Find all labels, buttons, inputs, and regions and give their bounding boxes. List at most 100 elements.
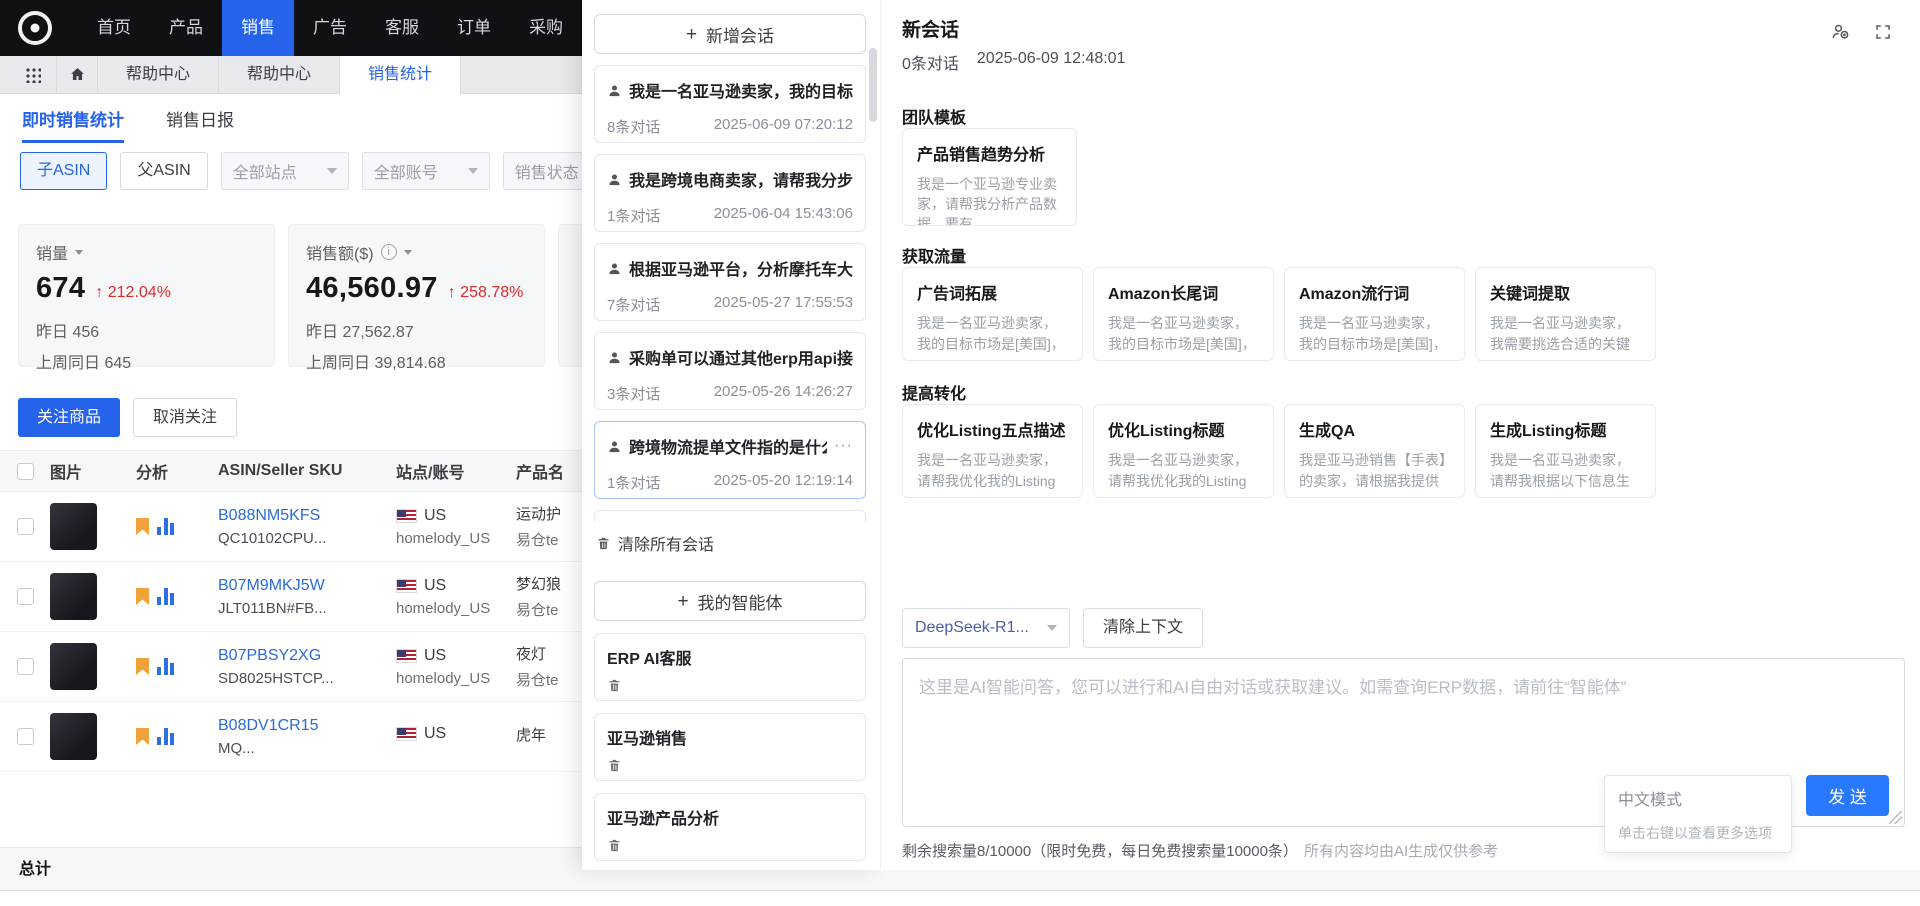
template-card[interactable]: Amazon流行词 我是一名亚马逊卖家，我的目标市场是[美国]，请帮我... [1284,267,1465,361]
us-flag-icon [396,578,417,593]
session-item[interactable]: 我是一名亚马逊卖家，我的目标市 8条对话 2025-06-09 07:20:12 [594,65,866,143]
parent-asin-button[interactable]: 父ASIN [120,152,208,190]
more-options-icon[interactable]: ··· [834,437,853,455]
session-item-selected[interactable]: 跨境物流提单文件指的是什么 ··· 1条对话 2025-05-20 12:19:… [594,421,866,499]
context-menu-hint: 单击右键以查看更多选项 [1618,825,1772,841]
home-icon[interactable] [56,55,98,94]
app-logo-icon[interactable] [18,11,52,45]
nav-item-service[interactable]: 客服 [366,0,438,56]
nav-item-home[interactable]: 首页 [78,0,150,56]
nav-item-sales[interactable]: 销售 [222,0,294,56]
bar-chart-icon[interactable] [157,588,174,605]
agent-name: ERP AI客服 [607,651,692,668]
context-menu-item-chinese-mode[interactable]: 中文模式 [1605,776,1791,814]
template-card[interactable]: 优化Listing五点描述 我是一名亚马逊卖家，请帮我优化我的Listing五点… [902,404,1083,498]
agent-item[interactable]: 亚马逊产品分析 [594,793,866,861]
session-item-partial[interactable] [594,510,866,522]
tab-daily-sales[interactable]: 销售日报 [166,106,234,143]
stat-metric-selector[interactable]: 销量 [36,240,257,264]
plus-icon: + [685,23,698,45]
site-code: US [424,576,447,594]
product-thumbnail[interactable] [50,573,97,620]
user-plus-icon[interactable] [1831,22,1850,41]
up-arrow-icon: ↑ [447,284,456,301]
product-thumbnail[interactable] [50,503,97,550]
nav-item-purchase[interactable]: 采购 [510,0,582,56]
session-item[interactable]: 采购单可以通过其他erp用api接口 3条对话 2025-05-26 14:26… [594,332,866,410]
trash-icon[interactable] [607,678,622,693]
session-item[interactable]: 我是跨境电商卖家，请帮我分步骤 1条对话 2025-06-04 15:43:06 [594,154,866,232]
agent-item[interactable]: ERP AI客服 [594,633,866,701]
account-select-value: 全部账号 [373,165,438,182]
row-checkbox[interactable] [16,658,34,675]
chat-main-panel: 新会话 0条对话 2025-06-09 12:48:01 团队模板 产品销售趋势… [881,0,1920,870]
template-card[interactable]: 生成Listing标题 我是一名亚马逊卖家，请帮我根据以下信息生成我的... [1475,404,1656,498]
template-card[interactable]: 产品销售趋势分析 我是一个亚马逊专业卖家，请帮我分析产品数据，要有... [902,128,1077,226]
stat-last-week: 上周同日 645 [36,355,132,372]
bar-chart-icon[interactable] [157,658,174,675]
my-agents-button[interactable]: + 我的智能体 [594,581,866,621]
product-thumbnail[interactable] [50,713,97,760]
up-arrow-icon: ↑ [95,284,104,301]
template-card[interactable]: 广告词拓展 我是一名亚马逊卖家，我的目标市场是[美国]，以下是... [902,267,1083,361]
row-checkbox[interactable] [16,588,34,605]
stat-metric-selector[interactable]: 销售额($) [306,240,527,264]
table-actions: 关注商品 取消关注 [18,398,238,437]
row-checkbox[interactable] [16,518,34,535]
trash-icon[interactable] [607,758,622,773]
fullscreen-icon[interactable] [1874,22,1892,41]
asin-link[interactable]: B07M9MKJ5W [218,577,396,595]
asin-link[interactable]: B08DV1CR15 [218,717,396,735]
clear-all-sessions-button[interactable]: 清除所有会话 [594,531,866,555]
new-session-button[interactable]: + 新增会话 [594,14,866,54]
template-card[interactable]: 生成QA 我是亚马逊销售【手表】的卖家，请根据我提供的商品... [1284,404,1465,498]
site-select[interactable]: 全部站点 [220,152,349,190]
resize-grip[interactable] [1889,811,1902,824]
child-asin-button[interactable]: 子ASIN [20,152,108,190]
send-button[interactable]: 发 送 [1806,775,1889,816]
chat-meta: 0条对话 2025-06-09 12:48:01 [902,50,1125,74]
tab-help-center-2[interactable]: 帮助中心 [219,55,341,94]
nav-item-products[interactable]: 产品 [150,0,222,56]
chevron-down-icon [75,249,84,255]
stat-change-value: 212.04% [107,284,171,301]
bar-chart-icon[interactable] [157,518,174,535]
seller-sku: QC10102CPU... [218,529,327,547]
user-icon [609,174,620,185]
nav-item-ads[interactable]: 广告 [294,0,366,56]
section-get-traffic: 获取流量 [902,249,967,266]
clear-context-button[interactable]: 清除上下文 [1083,608,1204,648]
tab-sales-statistics[interactable]: 销售统计 [340,55,462,94]
model-select[interactable]: DeepSeek-R1... [902,608,1070,648]
unfollow-button[interactable]: 取消关注 [133,398,238,437]
nav-item-orders[interactable]: 订单 [438,0,510,56]
plus-icon: + [677,590,689,612]
tab-realtime-sales[interactable]: 即时销售统计 [22,106,124,143]
product-thumbnail[interactable] [50,643,97,690]
bar-chart-icon[interactable] [157,728,174,745]
session-time: 2025-06-09 07:20:12 [713,116,853,133]
apps-grid-icon[interactable] [24,66,41,83]
asin-link[interactable]: B07PBSY2XG [218,647,396,665]
template-card[interactable]: 优化Listing标题 我是一名亚马逊卖家，请帮我优化我的Listing标题。要… [1093,404,1274,498]
stat-change: ↑ 212.04% [95,284,171,302]
col-header-site: 站点/账号 [396,465,465,482]
follow-product-button[interactable]: 关注商品 [18,398,121,437]
row-checkbox[interactable] [16,728,34,745]
template-card[interactable]: 关键词提取 我是一名亚马逊卖家，我需要挑选合适的关键词用于广... [1475,267,1656,361]
tab-help-center-1[interactable]: 帮助中心 [98,55,220,94]
account-select[interactable]: 全部账号 [361,152,490,190]
session-title: 采购单可以通过其他erp用api接口 [629,351,853,368]
template-card[interactable]: Amazon长尾词 我是一名亚马逊卖家，我的目标市场是[美国]，以下是... [1093,267,1274,361]
template-desc: 我是亚马逊销售【手表】的卖家，请根据我提供的商品... [1299,452,1446,489]
filter-bar: 子ASIN 父ASIN 全部站点 全部账号 销售状态 [20,152,631,190]
asin-link[interactable]: B088NM5KFS [218,507,396,525]
ai-disclaimer: 所有内容均由AI生成仅供参考 [1303,843,1499,860]
user-icon [609,85,620,96]
session-item[interactable]: 根据亚马逊平台，分析摩托车大灯 7条对话 2025-05-27 17:55:53 [594,243,866,321]
select-all-checkbox[interactable] [16,462,34,480]
trash-icon[interactable] [607,838,622,853]
agent-item[interactable]: 亚马逊销售 [594,713,866,781]
vertical-scrollbar-thumb[interactable] [869,48,877,122]
chat-timestamp: 2025-06-09 12:48:01 [976,50,1126,67]
